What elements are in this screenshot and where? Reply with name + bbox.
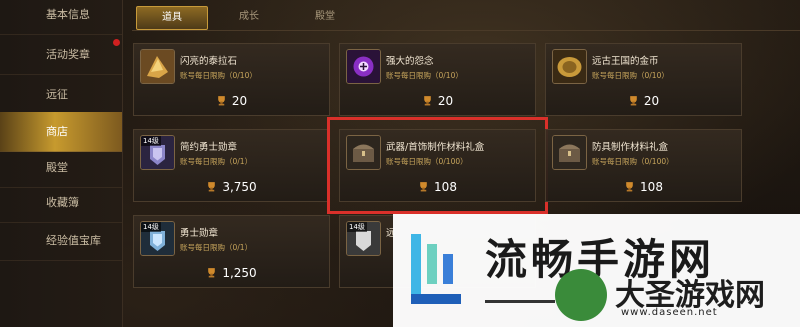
item-limit: 账号每日限购（0/1） <box>180 157 253 166</box>
medal-icon: 14级 <box>140 221 175 256</box>
sidebar-item-label: 殿堂 <box>46 161 68 174</box>
chest-icon <box>346 135 381 170</box>
watermark-overlay: 流畅手游网 大圣游戏网 www.daseen.net <box>393 214 800 327</box>
sidebar-item-label: 活动奖章 <box>46 48 90 61</box>
item-name: 防具制作材料礼盒 <box>592 142 669 153</box>
tab-items[interactable]: 道具 <box>136 6 208 30</box>
shop-item-card[interactable]: 防具制作材料礼盒 账号每日限购（0/100） 108 <box>545 129 742 202</box>
tab-growth[interactable]: 成长 <box>214 6 284 28</box>
item-limit: 账号每日限购（0/10） <box>180 71 257 80</box>
medal-icon: 14级 <box>346 221 381 256</box>
trophy-icon <box>630 96 637 106</box>
level-badge: 14级 <box>141 222 161 232</box>
gold-coin-icon <box>552 49 587 84</box>
trophy-icon <box>208 268 216 278</box>
shop-item-card[interactable]: 14级 简约勇士勋章 账号每日限购（0/1） 3,750 <box>133 129 330 202</box>
gem-icon <box>140 49 175 84</box>
item-name: 简约勇士勋章 <box>180 142 238 153</box>
watermark-url: www.daseen.net <box>621 307 718 318</box>
sidebar-item-label: 收藏簿 <box>46 196 79 209</box>
item-limit: 账号每日限购（0/10） <box>592 71 669 80</box>
item-name: 远古王国的金币 <box>592 56 659 67</box>
sidebar-item-shop[interactable]: 商店 <box>0 112 122 152</box>
shop-item-card[interactable]: 强大的怨念 账号每日限购（0/10） 20 <box>339 43 536 116</box>
item-limit: 账号每日限购（0/1） <box>180 243 253 252</box>
sidebar-item-collection[interactable]: 收藏簿 <box>0 183 122 223</box>
tab-hall[interactable]: 殿堂 <box>290 6 360 28</box>
item-name: 勇士勋章 <box>180 228 219 239</box>
shop-item-card[interactable]: 14级 勇士勋章 账号每日限购（0/1） 1,250 <box>133 215 330 288</box>
tab-divider <box>132 30 800 31</box>
item-price: 20 <box>546 94 741 108</box>
watermark-divider <box>485 300 555 303</box>
item-name: 强大的怨念 <box>386 56 434 67</box>
item-name: 闪亮的泰拉石 <box>180 56 238 67</box>
chest-icon <box>552 135 587 170</box>
watermark-leaf-icon <box>555 269 607 321</box>
shop-item-card[interactable]: 远古王国的金币 账号每日限购（0/10） 20 <box>545 43 742 116</box>
item-price: 20 <box>134 94 329 108</box>
sidebar: 基本信息 活动奖章 远征 商店 殿堂 收藏簿 经验值宝库 <box>0 0 123 327</box>
sidebar-item-exp-vault[interactable]: 经验值宝库 <box>0 221 122 261</box>
trophy-icon <box>218 96 225 106</box>
trophy-icon <box>208 182 216 192</box>
sidebar-item-label: 远征 <box>46 88 68 101</box>
trophy-icon <box>420 182 427 192</box>
item-price: 108 <box>546 180 741 194</box>
purple-orb-icon <box>346 49 381 84</box>
medal-icon: 14级 <box>140 135 175 170</box>
item-price: 108 <box>340 180 535 194</box>
watermark-logo-icon <box>411 234 461 304</box>
shop-item-card-highlighted[interactable]: 武器/首饰制作材料礼盒 账号每日限购（0/100） 108 <box>327 117 548 214</box>
sidebar-item-label: 经验值宝库 <box>46 234 101 247</box>
item-limit: 账号每日限购（0/10） <box>386 71 463 80</box>
item-price: 1,250 <box>134 266 329 280</box>
item-price: 20 <box>340 94 535 108</box>
trophy-icon <box>424 96 431 106</box>
sidebar-item-label: 商店 <box>46 125 68 138</box>
sidebar-item-label: 基本信息 <box>46 8 90 21</box>
sidebar-item-hall[interactable]: 殿堂 <box>0 148 122 188</box>
sidebar-item-event-medal[interactable]: 活动奖章 <box>0 35 122 75</box>
item-limit: 账号每日限购（0/100） <box>592 157 674 166</box>
level-badge: 14级 <box>141 136 161 146</box>
notification-dot <box>113 39 120 46</box>
sidebar-item-expedition[interactable]: 远征 <box>0 75 122 115</box>
trophy-icon <box>626 182 633 192</box>
item-name: 武器/首饰制作材料礼盒 <box>386 142 485 153</box>
tab-bar: 道具 成长 殿堂 <box>132 6 612 30</box>
level-badge: 14级 <box>347 222 367 232</box>
item-price: 3,750 <box>134 180 329 194</box>
sidebar-item-basic-info[interactable]: 基本信息 <box>0 0 122 35</box>
item-limit: 账号每日限购（0/100） <box>386 157 468 166</box>
shop-item-card[interactable]: 闪亮的泰拉石 账号每日限购（0/10） 20 <box>133 43 330 116</box>
